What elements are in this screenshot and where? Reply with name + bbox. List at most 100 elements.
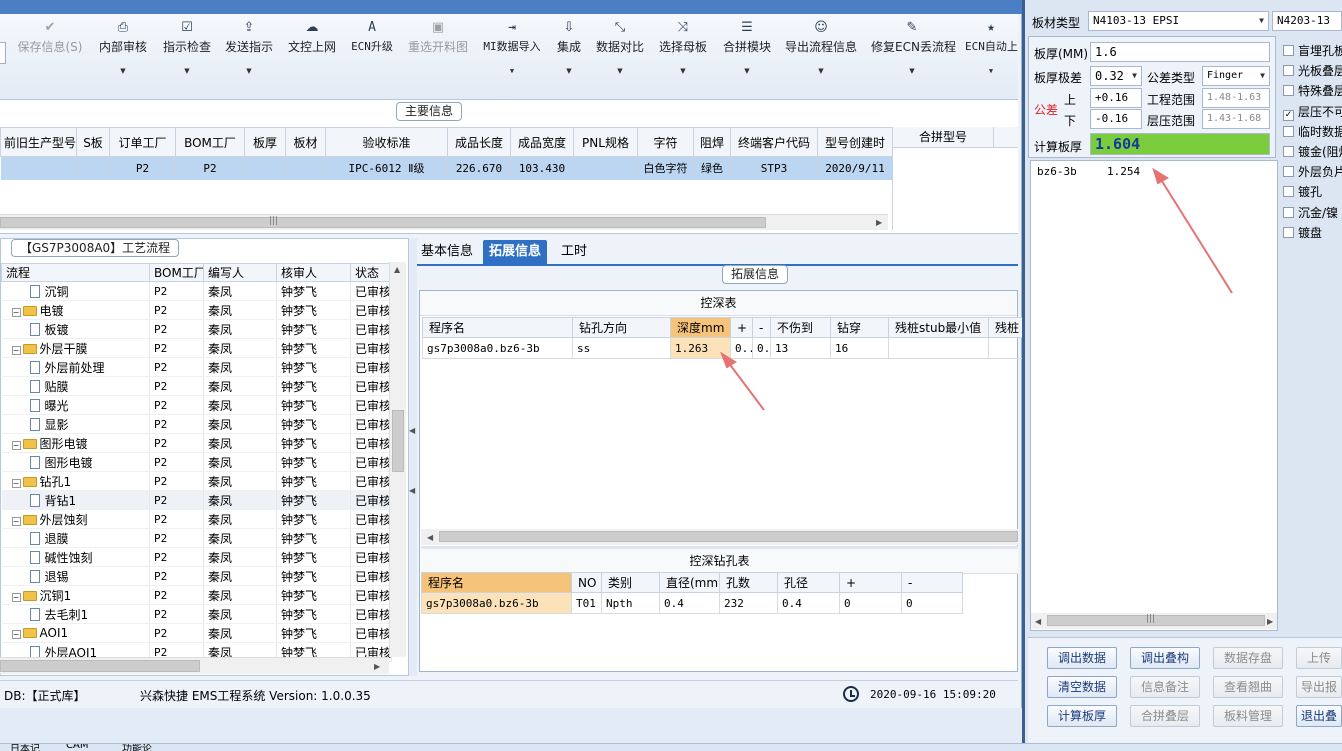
depth-table-hscrollbar[interactable]: ◀ xyxy=(421,529,1018,545)
process-tree-vscrollbar[interactable]: ▲ xyxy=(389,262,406,657)
checkbox-icon[interactable] xyxy=(1283,186,1294,198)
hole-table-cell-4[interactable]: 232 xyxy=(719,592,778,614)
upper-tolerance-input[interactable]: +0.16 xyxy=(1090,88,1142,108)
tree-row[interactable]: 显影 P2 秦凤 钟梦飞 已审核 xyxy=(1,414,392,434)
checkbox-icon[interactable]: ✓ xyxy=(1283,109,1294,121)
main-grid-header-9[interactable]: PNL规格 xyxy=(573,127,638,157)
tree-node[interactable]: 退锡 xyxy=(1,566,150,586)
dropdown-arrow-icon[interactable]: ▼ xyxy=(556,56,582,86)
dropdown-arrow-icon[interactable]: ▼ xyxy=(722,56,772,86)
thickness-input[interactable]: 1.6 xyxy=(1090,42,1270,62)
main-grid-header-5[interactable]: 板材 xyxy=(285,127,326,157)
stackup-button-9[interactable]: 合拼叠层 xyxy=(1130,705,1200,727)
main-grid-hscroll-thumb[interactable]: ||| xyxy=(0,216,766,228)
tree-row[interactable]: 碱性蚀刻 P2 秦凤 钟梦飞 已审核 xyxy=(1,547,392,567)
tree-node[interactable]: − 沉铜1 xyxy=(1,585,150,605)
taskbar-item[interactable]: 日本记 xyxy=(10,744,40,751)
main-grid-header-3[interactable]: BOM工厂 xyxy=(175,127,245,157)
dropdown-arrow-icon[interactable]: ▼ xyxy=(595,56,645,86)
tree-row[interactable]: 退膜 P2 秦凤 钟梦飞 已审核 xyxy=(1,528,392,548)
main-grid-cell-0[interactable] xyxy=(0,156,77,180)
tree-row[interactable]: − 钻孔1 P2 秦凤 钟梦飞 已审核 xyxy=(1,471,392,491)
tree-row[interactable]: − 外层蚀刻 P2 秦凤 钟梦飞 已审核 xyxy=(1,509,392,529)
hole-table-cell-1[interactable]: T01 xyxy=(571,592,602,614)
tree-row[interactable]: 图形电镀 P2 秦凤 钟梦飞 已审核 xyxy=(1,452,392,472)
tab-0[interactable]: 基本信息 xyxy=(417,240,477,264)
hole-table-header-7[interactable]: - xyxy=(901,572,963,593)
stackup-button-0[interactable]: 调出数据 xyxy=(1047,647,1117,669)
splitter-left-arrow-icon[interactable]: ◀ xyxy=(409,426,415,435)
process-tree-header-1[interactable]: BOM工厂 xyxy=(149,263,204,282)
lower-tolerance-input[interactable]: -0.16 xyxy=(1090,109,1142,129)
dropdown-arrow-icon[interactable]: ▼ xyxy=(481,56,543,86)
depth-table-header-4[interactable]: - xyxy=(752,317,771,338)
hole-table-header-6[interactable]: + xyxy=(839,572,902,593)
toolbar-button-3[interactable]: ⇪ 发送指示 ▼ xyxy=(223,18,275,96)
main-grid-cell-7[interactable]: 226.670 xyxy=(447,156,511,180)
tree-row[interactable]: 曝光 P2 秦凤 钟梦飞 已审核 xyxy=(1,395,392,415)
tree-node[interactable]: − 外层干膜 xyxy=(1,338,150,358)
depth-table-header-2[interactable]: 深度mm xyxy=(670,317,731,338)
process-tree-header-3[interactable]: 核审人 xyxy=(276,263,351,282)
depth-table-row[interactable]: gs7p3008a0.bz6-3bss1.2630...0...1316 xyxy=(422,337,1023,359)
dropdown-arrow-icon[interactable]: ▼ xyxy=(784,56,858,86)
main-grid-header-6[interactable]: 验收标准 xyxy=(325,127,448,157)
checkbox-icon[interactable] xyxy=(1283,146,1294,157)
main-grid-cell-2[interactable]: P2 xyxy=(109,156,176,180)
toolbar-button-13[interactable]: ✎ 修复ECN丢流程 ▼ xyxy=(871,18,956,96)
depth-table-header-6[interactable]: 钻穿 xyxy=(830,317,889,338)
tree-node[interactable]: 背钻1 xyxy=(1,490,150,510)
main-grid-cell-4[interactable] xyxy=(244,156,286,180)
hole-table-row[interactable]: gs7p3008a0.bz6-3b T01 Npth 0.4 232 0.4 0 0 xyxy=(421,592,963,614)
tree-row[interactable]: 贴膜 P2 秦凤 钟梦飞 已审核 xyxy=(1,376,392,396)
main-grid-header-2[interactable]: 订单工厂 xyxy=(109,127,176,157)
main-grid-header-0[interactable]: 前旧生产型号 xyxy=(0,127,77,157)
hole-table-cell-0[interactable]: gs7p3008a0.bz6-3b xyxy=(421,592,572,614)
toolbar-button-0[interactable]: ✔ 保存信息(S) xyxy=(14,18,86,96)
tree-node[interactable]: − 电镀 xyxy=(1,300,150,320)
main-grid-header-4[interactable]: 板厚 xyxy=(244,127,286,157)
toolbar-button-7[interactable]: ⇥ MI数据导入 ▼ xyxy=(481,18,543,96)
tree-row[interactable]: − 沉铜1 P2 秦凤 钟梦飞 已审核 xyxy=(1,585,392,605)
toolbar-button-6[interactable]: ▣ 重选开料图 xyxy=(406,18,470,96)
main-grid-cell-10[interactable]: 白色字符 xyxy=(637,156,694,180)
tolerance-select[interactable]: 0.32 xyxy=(1090,66,1142,86)
collapse-icon[interactable]: − xyxy=(11,345,21,355)
main-grid-cell-6[interactable]: IPC-6012 Ⅱ级 xyxy=(325,156,448,180)
tree-row[interactable]: − AOI1 P2 秦凤 钟梦飞 已审核 xyxy=(1,623,392,643)
tree-row[interactable]: − 外层干膜 P2 秦凤 钟梦飞 已审核 xyxy=(1,338,392,358)
toolbar-button-2[interactable]: ☑ 指示检查 ▼ xyxy=(162,18,212,96)
option-checkbox-1[interactable]: 光板叠层 xyxy=(1283,62,1342,79)
stackup-button-3[interactable]: 上传 xyxy=(1296,647,1342,669)
splitter-left-arrow-icon[interactable]: ◀ xyxy=(409,486,415,495)
main-grid-cell-9[interactable] xyxy=(573,156,638,180)
stackup-button-6[interactable]: 查看翘曲 xyxy=(1213,676,1283,698)
hole-table-cell-5[interactable]: 0.4 xyxy=(777,592,840,614)
option-checkbox-2[interactable]: 特殊叠层 xyxy=(1283,82,1342,99)
tree-node[interactable]: 板镀 xyxy=(1,319,150,339)
depth-table-header-7[interactable]: 残桩stub最小值 xyxy=(888,317,989,338)
tree-node[interactable]: 贴膜 xyxy=(1,376,150,396)
stackup-button-11[interactable]: 退出叠 xyxy=(1296,705,1342,727)
hole-table-cell-3[interactable]: 0.4 xyxy=(659,592,720,614)
hole-table-cell-6[interactable]: 0 xyxy=(839,592,902,614)
collapse-icon[interactable]: − xyxy=(11,478,21,488)
hole-table-cell-2[interactable]: Npth xyxy=(601,592,660,614)
collapse-icon[interactable]: − xyxy=(11,630,21,639)
tree-row[interactable]: 退锡 P2 秦凤 钟梦飞 已审核 xyxy=(1,566,392,586)
dropdown-arrow-icon[interactable]: ▼ xyxy=(658,56,708,86)
tree-node[interactable]: 图形电镀 xyxy=(1,452,150,472)
collapse-icon[interactable]: − xyxy=(11,516,21,526)
option-checkbox-9[interactable]: 镀盘 xyxy=(1283,224,1342,241)
option-checkbox-5[interactable]: 镀金(阻焊) xyxy=(1283,143,1342,160)
process-tree-vscroll-thumb[interactable] xyxy=(392,410,404,472)
tree-node[interactable]: − 钻孔1 xyxy=(1,471,150,491)
tree-node[interactable]: 显影 xyxy=(1,414,150,434)
stackup-button-1[interactable]: 调出叠构 xyxy=(1130,647,1200,669)
tolerance-type-select[interactable]: Finger xyxy=(1202,66,1270,86)
dropdown-arrow-icon[interactable]: ▼ xyxy=(223,56,275,86)
hole-table-header-4[interactable]: 孔数 xyxy=(719,572,778,593)
main-grid-cell-13[interactable]: 2020/9/11 xyxy=(817,156,893,180)
depth-table-cell-5[interactable]: 13 xyxy=(770,337,831,359)
depth-table-header-8[interactable]: 残桩 xyxy=(988,317,1023,338)
